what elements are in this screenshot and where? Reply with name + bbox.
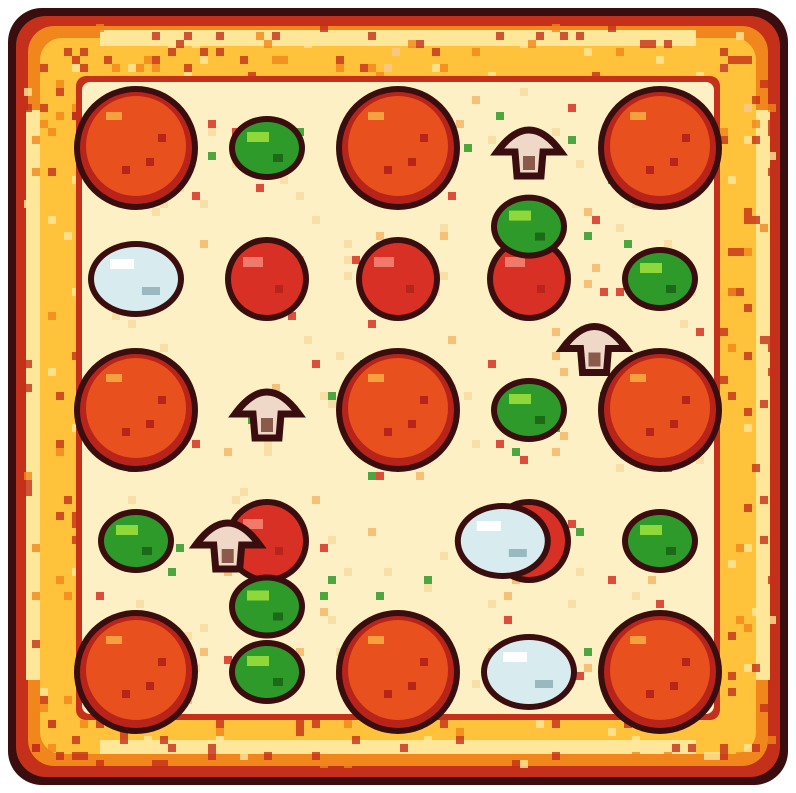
pepperoni-slice bbox=[598, 610, 722, 734]
green-pepper-piece bbox=[229, 640, 305, 704]
pizza-board bbox=[8, 8, 788, 785]
pepperoni-slice bbox=[336, 86, 460, 210]
pepperoni-slice bbox=[336, 610, 460, 734]
pepperoni-slice bbox=[74, 86, 198, 210]
onion-piece bbox=[454, 503, 551, 579]
pepperoni-slice bbox=[598, 348, 722, 472]
green-pepper-piece bbox=[622, 247, 698, 311]
green-pepper-piece bbox=[622, 509, 698, 573]
onion-piece bbox=[88, 241, 184, 317]
green-pepper-piece bbox=[229, 574, 305, 639]
green-pepper-piece bbox=[98, 509, 174, 573]
onion-piece bbox=[481, 634, 577, 710]
pepperoni-slice bbox=[336, 348, 460, 472]
crust-highlight-bottom bbox=[100, 740, 696, 754]
pepperoni-slice bbox=[74, 610, 198, 734]
crust-highlight-right bbox=[756, 110, 770, 680]
tomato-slice bbox=[225, 237, 309, 321]
tomato-slice bbox=[356, 237, 440, 321]
green-pepper-piece bbox=[229, 116, 305, 180]
pepperoni-slice bbox=[74, 348, 198, 472]
green-pepper-piece bbox=[491, 194, 567, 259]
pizza-game-tile bbox=[0, 0, 796, 793]
green-pepper-piece bbox=[491, 378, 567, 442]
pepperoni-slice bbox=[598, 86, 722, 210]
